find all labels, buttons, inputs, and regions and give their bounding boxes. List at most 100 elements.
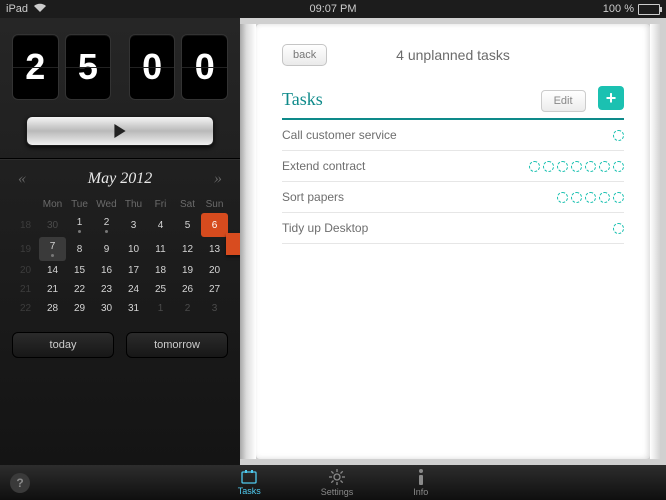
notebook-spine xyxy=(240,24,256,459)
flip-min-tens: 2 xyxy=(12,34,59,100)
add-task-button[interactable]: + xyxy=(598,86,624,110)
start-button[interactable] xyxy=(26,116,214,146)
today-button[interactable]: today xyxy=(12,332,114,358)
week-number: 20 xyxy=(12,261,39,280)
calendar-day[interactable]: 21 xyxy=(39,280,66,299)
week-number: 22 xyxy=(12,299,39,318)
pomodoro-circle xyxy=(599,192,610,203)
notebook-pane: back 4 unplanned tasks Tasks Edit + Call… xyxy=(240,18,666,465)
tab-settings[interactable]: Settings xyxy=(321,469,354,497)
tomorrow-button[interactable]: tomorrow xyxy=(126,332,228,358)
calendar-day[interactable]: 27 xyxy=(201,280,228,299)
calendar-day[interactable]: 9 xyxy=(93,237,120,261)
calendar-day[interactable]: 5 xyxy=(174,213,201,237)
task-name: Extend contract xyxy=(282,159,365,173)
wifi-icon xyxy=(34,3,46,15)
pomodoro-circle xyxy=(613,130,624,141)
calendar-day[interactable]: 30 xyxy=(39,213,66,237)
tab-label: Tasks xyxy=(238,486,261,496)
calendar-day[interactable]: 4 xyxy=(147,213,174,237)
calendar-day[interactable]: 2 xyxy=(93,213,120,237)
task-row[interactable]: Extend contract xyxy=(282,151,624,182)
prev-month-button[interactable]: « xyxy=(18,170,26,188)
flip-min-ones: 5 xyxy=(65,34,112,100)
page-title: 4 unplanned tasks xyxy=(282,47,624,63)
page-edge xyxy=(650,24,660,459)
pomodoro-circle xyxy=(613,161,624,172)
task-row[interactable]: Sort papers xyxy=(282,182,624,213)
calendar-day[interactable]: 2 xyxy=(174,299,201,318)
calendar-day[interactable]: 1 xyxy=(147,299,174,318)
pomodoro-circle xyxy=(543,161,554,172)
device-label: iPad xyxy=(6,3,28,15)
calendar-day[interactable]: 12 xyxy=(174,237,201,261)
calendar-day[interactable]: 3 xyxy=(201,299,228,318)
tab-info[interactable]: Info xyxy=(413,469,428,497)
calendar-day[interactable]: 26 xyxy=(174,280,201,299)
task-row[interactable]: Tidy up Desktop xyxy=(282,213,624,244)
calendar-day[interactable]: 3 xyxy=(120,213,147,237)
calendar-day[interactable]: 11 xyxy=(147,237,174,261)
calendar-day[interactable]: 10 xyxy=(120,237,147,261)
calendar-day[interactable]: 31 xyxy=(120,299,147,318)
calendar-day[interactable]: 15 xyxy=(66,261,93,280)
tab-tasks[interactable]: Tasks xyxy=(238,470,261,496)
pomodoro-circle xyxy=(557,161,568,172)
next-month-button[interactable]: » xyxy=(214,170,222,188)
status-bar: iPad 09:07 PM 100 % xyxy=(0,0,666,18)
tab-label: Settings xyxy=(321,487,354,497)
tab-bar: ? Tasks Settings Info xyxy=(0,465,666,500)
calendar-day[interactable]: 17 xyxy=(120,261,147,280)
calendar-day[interactable]: 30 xyxy=(93,299,120,318)
calendar-day[interactable]: 18 xyxy=(147,261,174,280)
calendar-day[interactable]: 25 xyxy=(147,280,174,299)
help-button[interactable]: ? xyxy=(10,473,30,493)
pomodoro-circle xyxy=(613,192,624,203)
calendar-day[interactable]: 6 xyxy=(201,213,228,237)
calendar-day[interactable]: 14 xyxy=(39,261,66,280)
edit-button[interactable]: Edit xyxy=(541,90,586,112)
task-name: Tidy up Desktop xyxy=(282,221,368,235)
back-button[interactable]: back xyxy=(282,44,327,66)
calendar-day[interactable]: 1 xyxy=(66,213,93,237)
calendar-day[interactable]: 24 xyxy=(120,280,147,299)
tasks-icon xyxy=(241,470,257,484)
calendar-day[interactable]: 16 xyxy=(93,261,120,280)
calendar-day[interactable]: 13 xyxy=(201,237,228,261)
tab-label: Info xyxy=(413,487,428,497)
info-icon xyxy=(416,469,426,485)
week-number: 19 xyxy=(12,237,39,261)
flip-sec-tens: 0 xyxy=(129,34,176,100)
flip-clock: 2 5 0 0 xyxy=(12,34,228,100)
week-number: 18 xyxy=(12,213,39,237)
clock: 09:07 PM xyxy=(309,3,356,15)
section-title: Tasks xyxy=(282,89,323,110)
timer-pane: 2 5 0 0 « May 2012 » MonTueWedThuFriSatS… xyxy=(0,18,240,465)
flip-sec-ones: 0 xyxy=(181,34,228,100)
calendar-day[interactable]: 7 xyxy=(39,237,66,261)
calendar-day[interactable]: 29 xyxy=(66,299,93,318)
task-list: Call customer service Extend contract Sort… xyxy=(282,120,624,244)
pomodoro-circle xyxy=(585,161,596,172)
calendar-day[interactable]: 28 xyxy=(39,299,66,318)
pomodoro-circle xyxy=(571,192,582,203)
battery-pct: 100 % xyxy=(603,3,634,15)
task-name: Sort papers xyxy=(282,190,344,204)
month-label: May 2012 xyxy=(88,170,152,188)
calendar-day[interactable]: 19 xyxy=(174,261,201,280)
calendar-day[interactable]: 22 xyxy=(66,280,93,299)
pomodoro-circle xyxy=(599,161,610,172)
calendar-day[interactable]: 8 xyxy=(66,237,93,261)
calendar-day[interactable]: 20 xyxy=(201,261,228,280)
battery-icon xyxy=(638,4,660,15)
gear-icon xyxy=(329,469,345,485)
calendar: MonTueWedThuFriSatSun1830123456197891011… xyxy=(12,196,228,318)
pomodoro-circle xyxy=(557,192,568,203)
task-name: Call customer service xyxy=(282,128,397,142)
pomodoro-circle xyxy=(571,161,582,172)
task-row[interactable]: Call customer service xyxy=(282,120,624,151)
week-number: 21 xyxy=(12,280,39,299)
pomodoro-circle xyxy=(585,192,596,203)
calendar-day[interactable]: 23 xyxy=(93,280,120,299)
pomodoro-circle xyxy=(613,223,624,234)
